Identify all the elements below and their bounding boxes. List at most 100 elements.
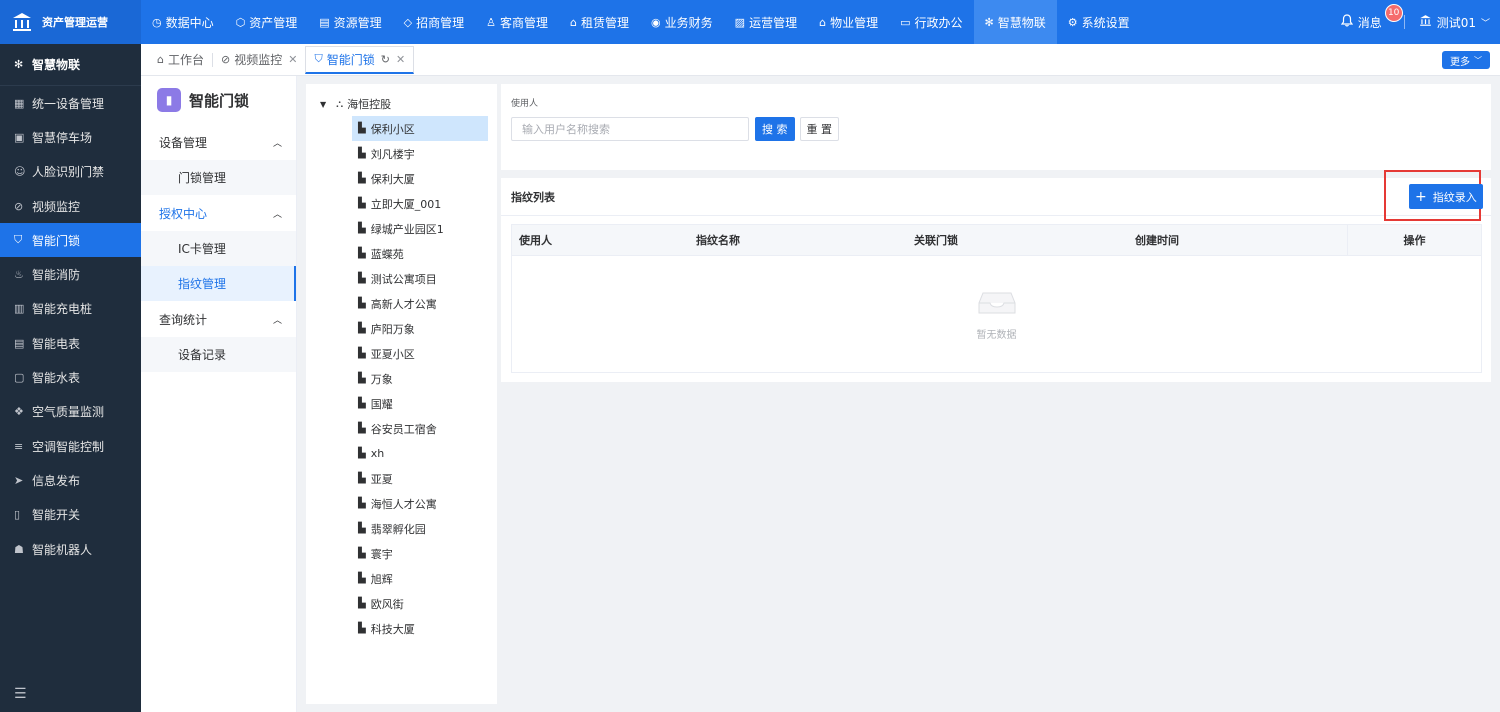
sidebar-item-info-publish[interactable]: ➤ 信息发布 [0,463,141,497]
refresh-icon[interactable]: ↻ [381,53,390,66]
sidebar-item-parking[interactable]: ▣ 智慧停车场 [0,120,141,154]
submenu-group-stats[interactable]: 查询统计 ︿ [141,301,296,337]
lock-icon: ⛉ [314,52,323,65]
chevron-up-icon: ︿ [272,315,282,326]
grid-icon: ▦ [14,96,25,110]
nav-item-finance[interactable]: ◉ 业务财务 [640,0,724,44]
nav-item-assets[interactable]: ⬡ 资产管理 [225,0,309,44]
tree-node[interactable]: ▙ 寰宇 [352,541,488,566]
collapse-menu-icon[interactable]: ☰ [14,686,27,702]
messages-label: 消息 [1357,15,1382,30]
chart-icon: ▨ [734,15,746,29]
tab-workbench[interactable]: ⌂ 工作台 [149,46,212,74]
submenu-group-device[interactable]: 设备管理 ︿ [141,124,296,160]
submenu-item-device-records[interactable]: 设备记录 [141,337,296,372]
tab-video[interactable]: ⊘ 视频监控 ✕ [213,46,305,74]
tree-node[interactable]: ▙ 刘凡楼宇 [352,141,488,166]
tree-node[interactable]: ▙ 翡翠孵化园 [352,516,488,541]
nav-item-leasing[interactable]: ⌂ 租赁管理 [559,0,640,44]
sidebar-item-video[interactable]: ⊘ 视频监控 [0,189,141,223]
building-icon: ▙ [358,598,366,609]
reset-button[interactable]: 重 置 [799,117,839,141]
nav-item-operations[interactable]: ▨ 运营管理 [724,0,808,44]
tree-node[interactable]: ▙ 欧风街 [352,591,488,616]
column-header-lock: 关联门锁 [914,234,958,247]
monitor-icon: ▭ [900,15,911,29]
nav-item-merchants[interactable]: ♙ 客商管理 [475,0,559,44]
switch-icon: ▯ [14,508,21,522]
tag-icon: ◇ [403,15,413,29]
tree-root[interactable]: ▼ ⛬ 海恒控股 [306,92,497,116]
tree-node[interactable]: ▙ 庐阳万象 [352,316,488,341]
tree-node[interactable]: ▙ 科技大厦 [352,616,488,641]
sidebar-item-electric-meter[interactable]: ▤ 智能电表 [0,326,141,360]
org-tree: ▼ ⛬ 海恒控股 ▙ 保利小区 ▙ 刘凡楼宇 ▙ 保利大厦 ▙ 立即大厦_001 ▙ 绿城… [306,84,497,704]
search-button[interactable]: 搜 索 [755,117,795,141]
sidebar-item-air-quality[interactable]: ❖ 空气质量监测 [0,395,141,429]
tree-node[interactable]: ▙ 蓝蝶苑 [352,241,488,266]
nav-item-office[interactable]: ▭ 行政办公 [889,0,973,44]
user-menu[interactable]: 测试01 ﹀ [1419,14,1490,31]
app-title: 资产管理运营 [42,16,108,29]
camera-icon: ⊘ [221,53,231,66]
tree-node[interactable]: ▙ 测试公寓项目 [352,266,488,291]
building-icon: ▙ [358,498,366,509]
tree-node[interactable]: ▙ 谷安员工宿舍 [352,416,488,441]
sidebar-item-face-access[interactable]: ☺ 人脸识别门禁 [0,155,141,189]
user-name: 测试01 [1436,15,1476,30]
tree-node[interactable]: ▙ 旭辉 [352,566,488,591]
cube-icon: ⬡ [235,15,246,29]
add-fingerprint-button[interactable]: + 指纹录入 [1409,184,1483,209]
send-icon: ➤ [14,473,24,487]
building-icon: ▙ [358,298,366,309]
close-icon[interactable]: ✕ [396,53,405,66]
sidebar-item-fire[interactable]: ♨ 智能消防 [0,257,141,291]
sidebar-item-smart-lock[interactable]: ⛉ 智能门锁 [0,223,141,258]
top-navbar: 资产管理运营 ◷ 数据中心 ⬡ 资产管理 ▤ 资源管理 ◇ 招商管理 ♙ 客商管理 ⌂ 租赁… [0,0,1500,44]
app-logo[interactable]: 资产管理运营 [0,0,141,44]
nav-item-property[interactable]: ⌂ 物业管理 [808,0,889,44]
tree-node[interactable]: ▙ 亚夏 [352,466,488,491]
messages-button[interactable]: 消息 10 [1340,3,1403,31]
tree-node[interactable]: ▙ 保利小区 [352,116,488,141]
tree-node[interactable]: ▙ 高新人才公寓 [352,291,488,316]
tree-node[interactable]: ▙ xh [352,441,488,466]
sidebar-item-smart-switch[interactable]: ▯ 智能开关 [0,498,141,532]
tree-node[interactable]: ▙ 亚夏小区 [352,341,488,366]
more-tabs-button[interactable]: 更多 ﹀ [1442,51,1490,69]
building-icon: ▙ [358,398,366,409]
nav-item-settings[interactable]: ⚙ 系统设置 [1057,0,1141,44]
atom-icon: ✻ [14,58,24,71]
nav-item-iot[interactable]: ✻ 智慧物联 [973,0,1057,44]
sidebar-item-charging[interactable]: ▥ 智能充电桩 [0,292,141,326]
sidebar-item-water-meter[interactable]: ▢ 智能水表 [0,360,141,394]
home-icon: ⌂ [570,15,578,29]
sidebar-header: ✻ 智慧物联 [0,44,141,86]
nav-item-investment[interactable]: ◇ 招商管理 [393,0,475,44]
building-icon: ▙ [358,523,366,534]
submenu-item-lock-management[interactable]: 门锁管理 [141,160,296,195]
parking-icon: ▣ [14,130,25,144]
nav-item-resources[interactable]: ▤ 资源管理 [308,0,392,44]
tab-smart-lock[interactable]: ⛉ 智能门锁 ↻ ✕ [305,45,415,74]
building-icon: ▙ [358,273,366,284]
sidebar-item-ac-control[interactable]: ≡ 空调智能控制 [0,429,141,463]
caret-down-icon[interactable]: ▼ [320,100,326,109]
nav-item-data-center[interactable]: ◷ 数据中心 [141,0,225,44]
building-icon: ⌂ [819,15,827,29]
tree-node[interactable]: ▙ 海恒人才公寓 [352,491,488,516]
sidebar-item-robot[interactable]: ☗ 智能机器人 [0,532,141,566]
sidebar-item-device-management[interactable]: ▦ 统一设备管理 [0,86,141,120]
tree-node[interactable]: ▙ 国耀 [352,391,488,416]
tree-node[interactable]: ▙ 保利大厦 [352,166,488,191]
chevron-down-icon: ﹀ [1480,18,1490,29]
dashboard-icon: ◷ [152,15,162,29]
tree-node[interactable]: ▙ 万象 [352,366,488,391]
user-search-input[interactable] [511,117,749,141]
submenu-item-ic-card[interactable]: IC卡管理 [141,231,296,266]
tree-node[interactable]: ▙ 绿城产业园区1 [352,216,488,241]
submenu-group-auth[interactable]: 授权中心 ︿ [141,195,296,231]
submenu-item-fingerprint[interactable]: 指纹管理 [141,266,296,301]
close-icon[interactable]: ✕ [288,53,297,66]
tree-node[interactable]: ▙ 立即大厦_001 [352,191,488,216]
